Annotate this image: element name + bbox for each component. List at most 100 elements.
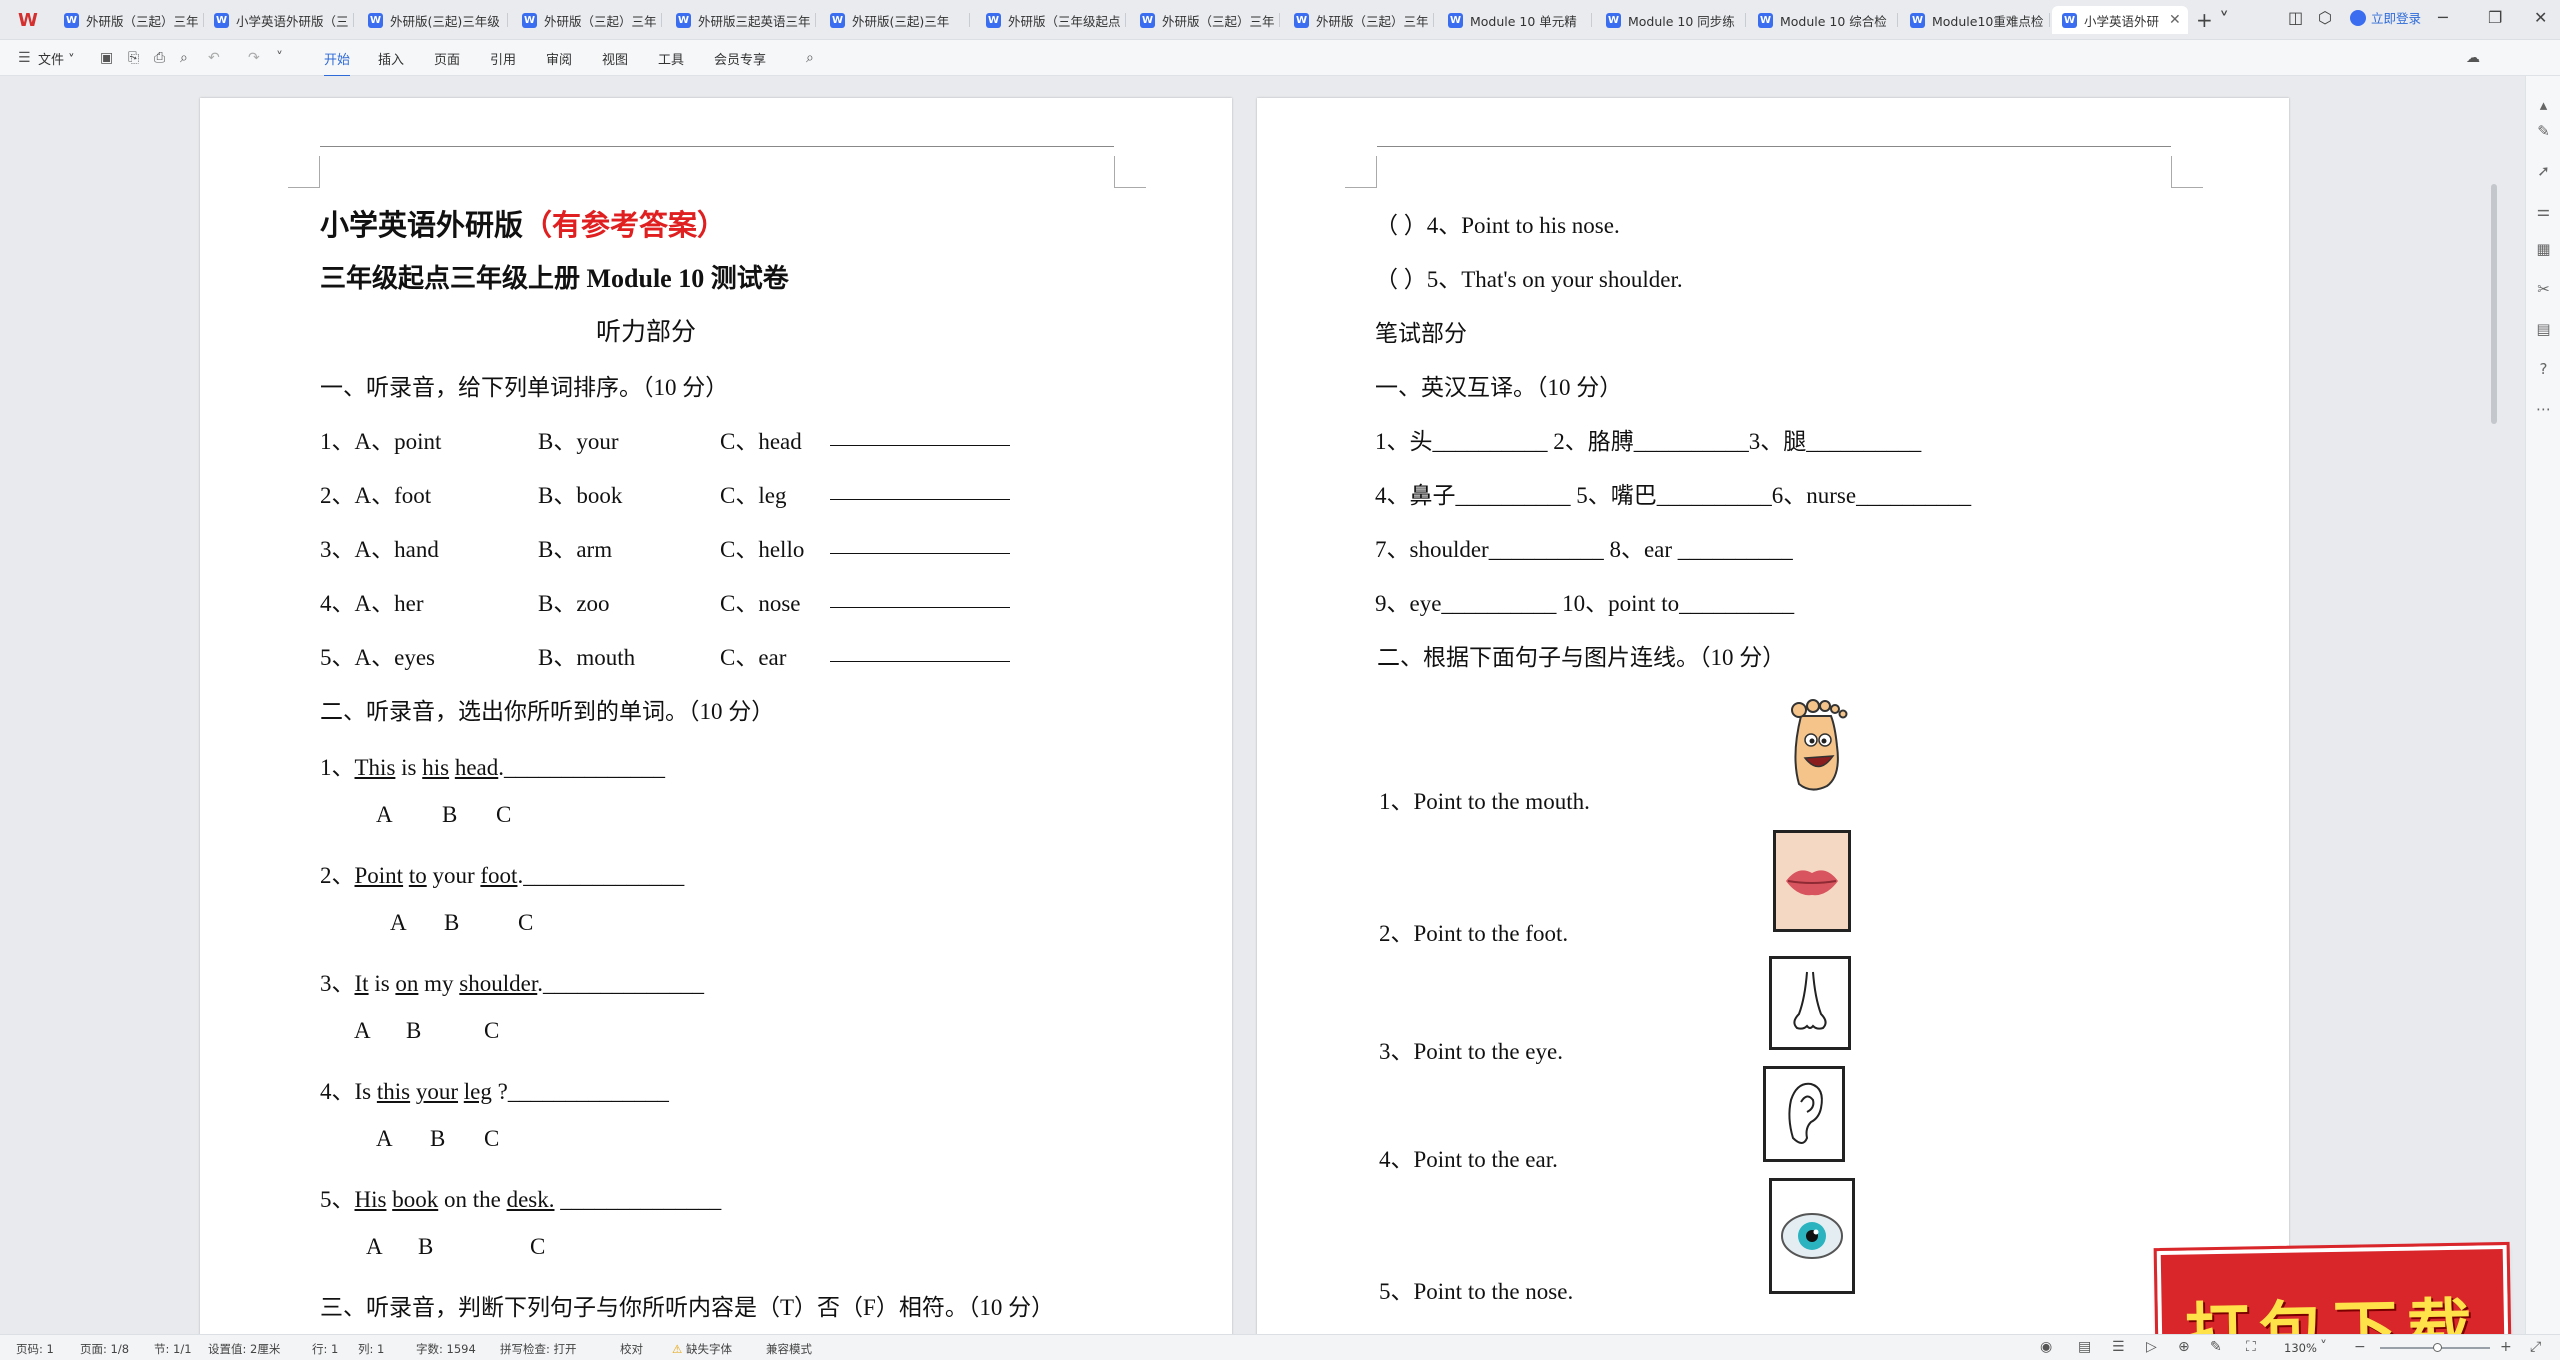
status-col[interactable]: 列: 1 <box>358 1341 384 1357</box>
status-missing-font[interactable]: ⚠ 缺失字体 <box>672 1341 732 1357</box>
doc-icon: W <box>2062 12 2077 28</box>
option: C、ear <box>720 645 787 670</box>
doc-icon: W <box>1294 12 1309 28</box>
book-icon[interactable]: ▤ <box>2526 320 2560 338</box>
doc-tab[interactable]: W 外研版（三年级起点 <box>976 6 1126 34</box>
menu-page[interactable]: 页面 <box>434 49 460 68</box>
doc-tab[interactable]: W Module10重难点检 <box>1900 6 2050 34</box>
close-tab-icon[interactable]: ✕ <box>2169 12 2181 28</box>
menu-insert[interactable]: 插入 <box>378 49 404 68</box>
status-proof[interactable]: 校对 <box>620 1341 643 1357</box>
tools-icon[interactable]: ✂ <box>2526 280 2560 298</box>
layout-icon[interactable]: ◫ <box>2288 8 2303 27</box>
undo-icon[interactable]: ↶ <box>208 50 220 66</box>
status-compat[interactable]: 兼容模式 <box>766 1341 812 1357</box>
answer-blank[interactable] <box>830 588 1010 614</box>
login-link[interactable]: 立即登录 <box>2350 8 2421 27</box>
export-icon[interactable]: ⎘ <box>128 50 139 66</box>
zoom-dropdown-icon[interactable]: ˅ <box>2320 1339 2327 1355</box>
status-row[interactable]: 行: 1 <box>312 1341 338 1357</box>
zoom-out-icon[interactable]: − <box>2354 1339 2366 1355</box>
doc-tab-active[interactable]: W 小学英语外研 ✕ <box>2052 6 2188 34</box>
doc-icon: W <box>522 12 537 28</box>
sliders-icon[interactable]: ⚌ <box>2526 202 2560 220</box>
doc-tab[interactable]: W 小学英语外研版（三 <box>204 6 354 34</box>
image-icon[interactable]: ▦ <box>2526 240 2560 258</box>
new-tab-icon[interactable]: + ˅ <box>2196 8 2229 32</box>
zoom-slider-knob[interactable] <box>2433 1343 2442 1352</box>
answer-blank[interactable] <box>830 426 1010 452</box>
answer-blank[interactable] <box>830 642 1010 668</box>
select-icon[interactable]: ➚ <box>2526 162 2560 180</box>
menu-reference[interactable]: 引用 <box>490 49 516 68</box>
save-icon[interactable]: ▣ <box>100 50 113 66</box>
play-icon[interactable]: ▷ <box>2146 1339 2157 1355</box>
doc-tab[interactable]: W 外研版（三起）三年 <box>1284 6 1434 34</box>
status-words[interactable]: 字数: 1594 <box>416 1341 476 1357</box>
zoom-in-icon[interactable]: + <box>2500 1339 2512 1355</box>
doc-tab[interactable]: W 外研版（三起）三年 <box>1130 6 1280 34</box>
option: B、zoo <box>538 591 610 616</box>
nose-picture <box>1769 956 1851 1050</box>
doc-tab[interactable]: W Module 10 单元精 <box>1438 6 1592 34</box>
preview-icon[interactable]: ⌕ <box>180 50 188 66</box>
web-view-icon[interactable]: ⊕ <box>2178 1339 2190 1355</box>
edit-icon[interactable]: ✎ <box>2210 1339 2222 1355</box>
status-section[interactable]: 节: 1/1 <box>154 1341 192 1357</box>
status-bar: 页码: 1 页面: 1/8 节: 1/1 设置值: 2厘米 行: 1 列: 1 … <box>0 1334 2560 1360</box>
more-chevron-icon[interactable]: ˅ <box>276 50 283 66</box>
outline-view-icon[interactable]: ☰ <box>2112 1339 2125 1355</box>
vertical-scrollbar[interactable] <box>2491 184 2497 424</box>
menu-review[interactable]: 审阅 <box>546 49 572 68</box>
help-icon[interactable]: ? <box>2526 360 2560 378</box>
doc-tab[interactable]: W Module 10 同步练 <box>1596 6 1746 34</box>
doc-tab[interactable]: W Module 10 综合检 <box>1748 6 1898 34</box>
page-view-icon[interactable]: ▤ <box>2078 1339 2091 1355</box>
doc-icon: W <box>676 12 691 28</box>
minimize-icon[interactable]: ─ <box>2438 8 2448 27</box>
file-menu[interactable]: 文件 ˅ <box>38 49 75 68</box>
restore-icon[interactable]: ❐ <box>2488 8 2502 27</box>
redo-icon[interactable]: ↷ <box>248 50 260 66</box>
cloud-icon[interactable]: ☁ <box>2466 50 2480 66</box>
question-row: 3、A、hand <box>320 537 439 562</box>
right-toolbar: ▴ ✎ ➚ ⚌ ▦ ✂ ▤ ? ⋯ <box>2525 76 2560 1334</box>
status-spell[interactable]: 拼写检查: 打开 <box>500 1341 577 1357</box>
more-icon[interactable]: ⋯ <box>2526 400 2560 418</box>
menu-member[interactable]: 会员专享 <box>714 49 766 68</box>
menu-tools[interactable]: 工具 <box>658 49 684 68</box>
search-icon[interactable]: ⌕ <box>806 50 814 66</box>
status-pages[interactable]: 页面: 1/8 <box>80 1341 129 1357</box>
header-rule <box>1377 146 2171 147</box>
doc-tab[interactable]: W 外研版（三起）三年 <box>54 6 204 34</box>
answer-blank[interactable] <box>830 480 1010 506</box>
page-2[interactable]: （ ）4、Point to his nose. （ ）5、That's on y… <box>1257 98 2289 1334</box>
status-page[interactable]: 页码: 1 <box>16 1341 54 1357</box>
doc-tab[interactable]: W 外研版（三起）三年 <box>512 6 662 34</box>
menu-icon[interactable]: ☰ <box>18 50 31 66</box>
translation-row: 1、头__________ 2、胳膊__________3、腿_________… <box>1375 429 1922 454</box>
wps-logo-icon[interactable]: W <box>18 10 40 32</box>
choice: A <box>366 1234 383 1259</box>
choice: B <box>442 802 458 827</box>
menu-view[interactable]: 视图 <box>602 49 628 68</box>
doc-tab[interactable]: W 外研版(三起)三年级 <box>358 6 508 34</box>
menu-home[interactable]: 开始 <box>324 49 351 77</box>
scroll-up-icon[interactable]: ▴ <box>2526 96 2560 114</box>
answer-blank[interactable] <box>830 534 1010 560</box>
choice: A <box>376 1126 393 1151</box>
doc-tab[interactable]: W 外研版三起英语三年 <box>666 6 816 34</box>
cube-icon[interactable]: ⬡ <box>2318 8 2332 27</box>
zoom-level[interactable]: 130% <box>2284 1341 2317 1355</box>
close-window-icon[interactable]: ✕ <box>2534 8 2547 27</box>
status-setting[interactable]: 设置值: 2厘米 <box>208 1341 280 1357</box>
fullscreen-icon[interactable]: ⤢ <box>2530 1339 2541 1355</box>
doc-tab[interactable]: W 外研版(三起)三年 <box>820 6 970 34</box>
doc-icon: W <box>1140 12 1155 28</box>
eye-protect-icon[interactable]: ◉ <box>2040 1339 2052 1355</box>
page-1[interactable]: 小学英语外研版（有参考答案） 三年级起点三年级上册 Module 10 测试卷 … <box>200 98 1232 1334</box>
download-badge[interactable]: 打包下载 <box>2153 1241 2513 1334</box>
fit-icon[interactable]: ⛶ <box>2246 1339 2256 1355</box>
print-icon[interactable]: ⎙ <box>154 50 165 66</box>
pen-icon[interactable]: ✎ <box>2526 122 2560 140</box>
